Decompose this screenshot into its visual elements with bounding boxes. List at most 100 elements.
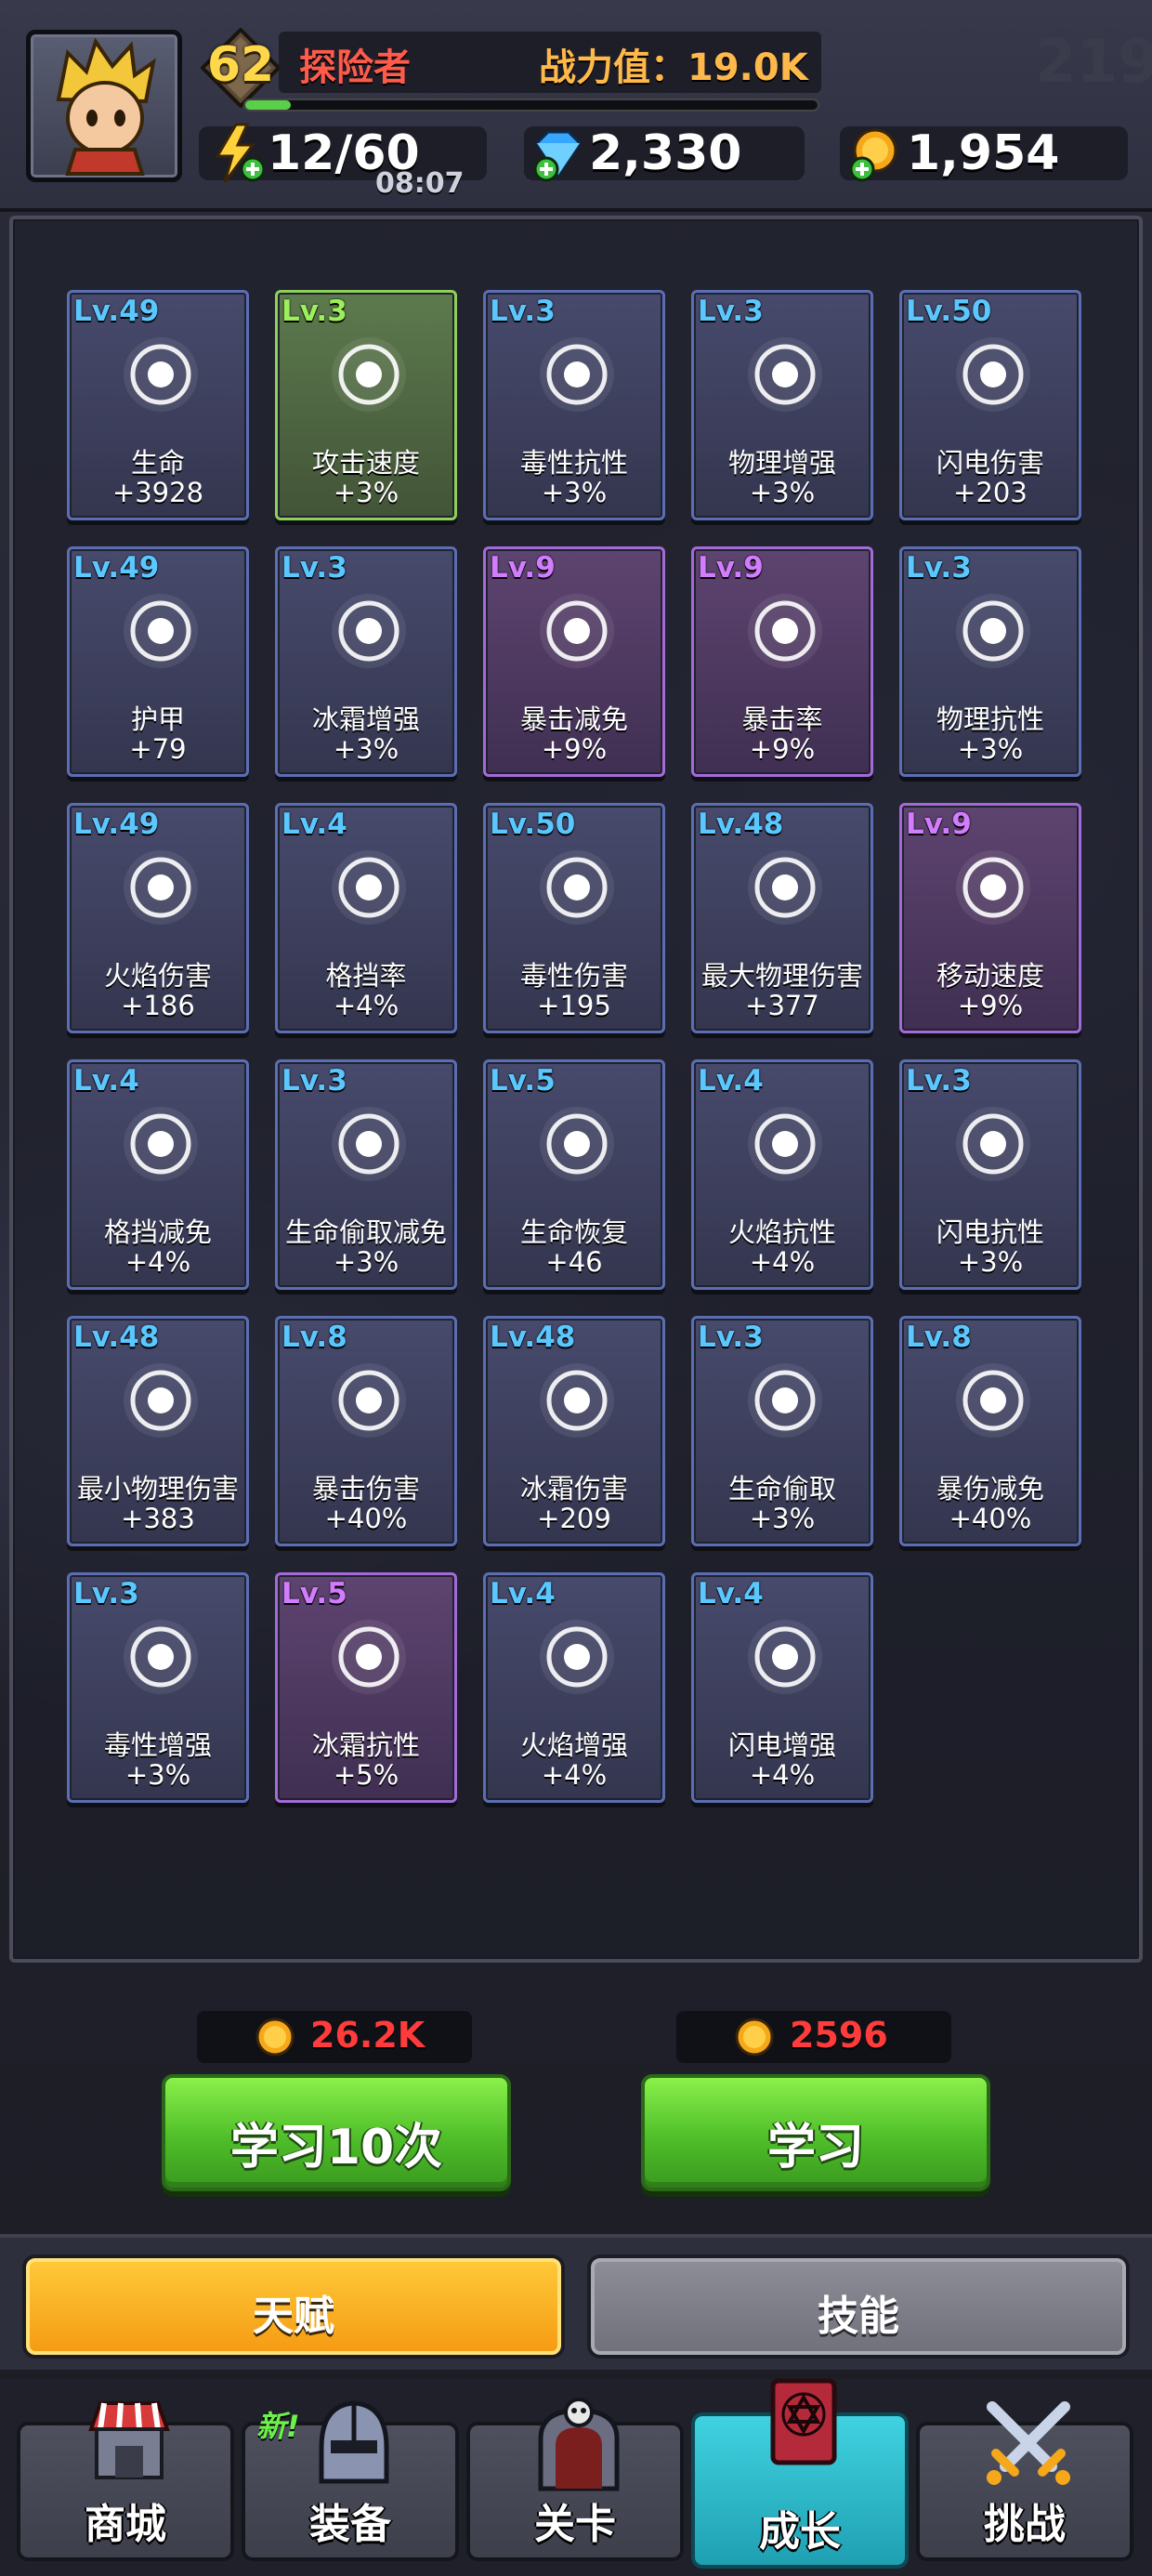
talent-level: Lv.49 bbox=[73, 808, 160, 841]
talent-value: +377 bbox=[745, 990, 819, 1021]
talent-card[interactable]: Lv.9 暴击减免 +9% bbox=[483, 546, 665, 777]
talent-card[interactable]: Lv.4 格挡率 +4% bbox=[275, 803, 457, 1033]
fist-burst-icon bbox=[332, 1363, 406, 1438]
talent-name: 暴击伤害 bbox=[311, 1473, 420, 1505]
learn-ten-button[interactable]: 学习10次 bbox=[162, 2074, 511, 2191]
talent-card[interactable]: Lv.50 闪电伤害 +203 bbox=[899, 290, 1081, 520]
lightning-shield-icon bbox=[956, 1107, 1030, 1181]
talent-level: Lv.5 bbox=[281, 1577, 347, 1610]
gem-value: 2,330 bbox=[589, 125, 742, 181]
talent-card[interactable]: Lv.8 暴伤减免 +40% bbox=[899, 1316, 1081, 1546]
player-avatar[interactable] bbox=[26, 30, 182, 182]
talent-level: Lv.3 bbox=[73, 1577, 139, 1610]
talent-name: 物理抗性 bbox=[936, 703, 1044, 735]
talent-card[interactable]: Lv.3 毒性增强 +3% bbox=[67, 1572, 249, 1803]
talent-value: +4% bbox=[749, 1759, 816, 1791]
talent-card[interactable]: Lv.3 生命偷取减免 +3% bbox=[275, 1059, 457, 1290]
talent-name: 生命 bbox=[130, 447, 185, 479]
poison-circle-icon bbox=[540, 850, 614, 925]
talent-card[interactable]: Lv.5 冰霜抗性 +5% bbox=[275, 1572, 457, 1803]
talent-name: 冰霜增强 bbox=[311, 703, 420, 735]
talent-level: Lv.4 bbox=[490, 1577, 556, 1610]
talent-name: 最小物理伤害 bbox=[76, 1473, 239, 1505]
talent-level: Lv.48 bbox=[698, 808, 784, 841]
talent-name: 护甲 bbox=[130, 703, 185, 735]
claw-icon bbox=[124, 1363, 198, 1438]
bottom-navigation: 商城 装备 关卡 成长 挑战 bbox=[0, 2378, 1152, 2576]
learn-ten-cost-value: 26.2K bbox=[310, 2015, 425, 2056]
talent-card[interactable]: Lv.4 火焰抗性 +4% bbox=[691, 1059, 873, 1290]
talent-card[interactable]: Lv.9 移动速度 +9% bbox=[899, 803, 1081, 1033]
talent-card[interactable]: Lv.48 最大物理伤害 +377 bbox=[691, 803, 873, 1033]
shield-down-icon bbox=[124, 1107, 198, 1181]
talent-card[interactable]: Lv.3 物理增强 +3% bbox=[691, 290, 873, 520]
talent-card[interactable]: Lv.48 冰霜伤害 +209 bbox=[483, 1316, 665, 1546]
talent-card[interactable]: Lv.49 护甲 +79 bbox=[67, 546, 249, 777]
boot-icon bbox=[956, 850, 1030, 925]
new-badge: 新! bbox=[256, 2409, 300, 2444]
talent-level: Lv.4 bbox=[698, 1064, 764, 1097]
nav-stage[interactable]: 关卡 bbox=[466, 2398, 684, 2561]
talent-card[interactable]: Lv.4 格挡减免 +4% bbox=[67, 1059, 249, 1290]
talent-value: +4% bbox=[541, 1759, 608, 1791]
combat-power: 战力值：19.0K bbox=[539, 46, 808, 89]
talent-card[interactable]: Lv.48 最小物理伤害 +383 bbox=[67, 1316, 249, 1546]
talent-card[interactable]: Lv.9 暴击率 +9% bbox=[691, 546, 873, 777]
talent-card[interactable]: Lv.3 攻击速度 +3% bbox=[275, 290, 457, 520]
talent-name: 生命恢复 bbox=[519, 1216, 628, 1248]
sword-icon bbox=[748, 850, 822, 925]
talent-name: 火焰增强 bbox=[519, 1729, 628, 1761]
nav-growth[interactable]: 成长 bbox=[691, 2378, 909, 2569]
learn-cost-value: 2596 bbox=[790, 2015, 888, 2056]
talent-card[interactable]: Lv.50 毒性伤害 +195 bbox=[483, 803, 665, 1033]
talent-value: +3% bbox=[957, 1246, 1024, 1278]
fire-shield-icon bbox=[748, 1107, 822, 1181]
talent-card[interactable]: Lv.3 冰霜增强 +3% bbox=[275, 546, 457, 777]
learn-label: 学习 bbox=[766, 2120, 864, 2175]
talent-card[interactable]: Lv.49 火焰伤害 +186 bbox=[67, 803, 249, 1033]
talent-name: 毒性伤害 bbox=[519, 960, 628, 992]
talent-value: +9% bbox=[957, 990, 1024, 1021]
tab-skill[interactable]: 技能 bbox=[587, 2254, 1130, 2359]
nav-shop[interactable]: 商城 bbox=[17, 2401, 234, 2561]
axe-up-icon bbox=[748, 337, 822, 412]
talent-skill-tabs: 天赋 技能 bbox=[0, 2234, 1152, 2370]
talent-card[interactable]: Lv.5 生命恢复 +46 bbox=[483, 1059, 665, 1290]
learn-ten-cost: 26.2K bbox=[197, 2011, 472, 2063]
talent-card[interactable]: Lv.3 毒性抗性 +3% bbox=[483, 290, 665, 520]
talent-card[interactable]: Lv.8 暴击伤害 +40% bbox=[275, 1316, 457, 1546]
nav-challenge[interactable]: 挑战 bbox=[916, 2401, 1133, 2561]
talent-card[interactable]: Lv.49 生命 +3928 bbox=[67, 290, 249, 520]
learn-ten-label: 学习10次 bbox=[229, 2120, 443, 2175]
gem-counter[interactable]: 2,330 bbox=[524, 125, 805, 182]
top-status-bar: 62 探险者 战力值：19.0K 12/60 08:07 2,330 1,954… bbox=[0, 0, 1152, 212]
player-rank: 探险者 bbox=[299, 46, 411, 89]
talent-level: Lv.50 bbox=[490, 808, 576, 841]
nav-equipment-label: 装备 bbox=[309, 2501, 391, 2548]
armor-icon bbox=[124, 594, 198, 668]
talent-card[interactable]: Lv.3 生命偷取 +3% bbox=[691, 1316, 873, 1546]
talent-level: Lv.3 bbox=[490, 295, 556, 328]
talent-card[interactable]: Lv.3 物理抗性 +3% bbox=[899, 546, 1081, 777]
talent-name: 攻击速度 bbox=[311, 447, 420, 479]
tab-talent[interactable]: 天赋 bbox=[22, 2254, 565, 2359]
skull-up-icon bbox=[124, 1620, 198, 1694]
talent-value: +3% bbox=[749, 1503, 816, 1534]
spellbook-icon bbox=[770, 2378, 837, 2465]
coin-counter[interactable]: 1,954 bbox=[840, 126, 1128, 182]
talent-card[interactable]: Lv.3 闪电抗性 +3% bbox=[899, 1059, 1081, 1290]
talent-name: 暴伤减免 bbox=[936, 1473, 1044, 1505]
talent-card[interactable]: Lv.4 火焰增强 +4% bbox=[483, 1572, 665, 1803]
talent-level: Lv.8 bbox=[906, 1321, 972, 1354]
xp-bar-fill bbox=[245, 100, 292, 110]
talent-name: 暴击减免 bbox=[519, 703, 628, 735]
talent-name: 移动速度 bbox=[936, 960, 1044, 992]
drop-icon bbox=[124, 337, 198, 412]
vampire-icon bbox=[748, 1363, 822, 1438]
learn-button[interactable]: 学习 bbox=[641, 2074, 990, 2191]
talent-name: 闪电增强 bbox=[727, 1729, 836, 1761]
tab-skill-label: 技能 bbox=[818, 2293, 899, 2340]
talent-card[interactable]: Lv.4 闪电增强 +4% bbox=[691, 1572, 873, 1803]
lightning-up-icon bbox=[748, 1620, 822, 1694]
talent-level: Lv.50 bbox=[906, 295, 992, 328]
